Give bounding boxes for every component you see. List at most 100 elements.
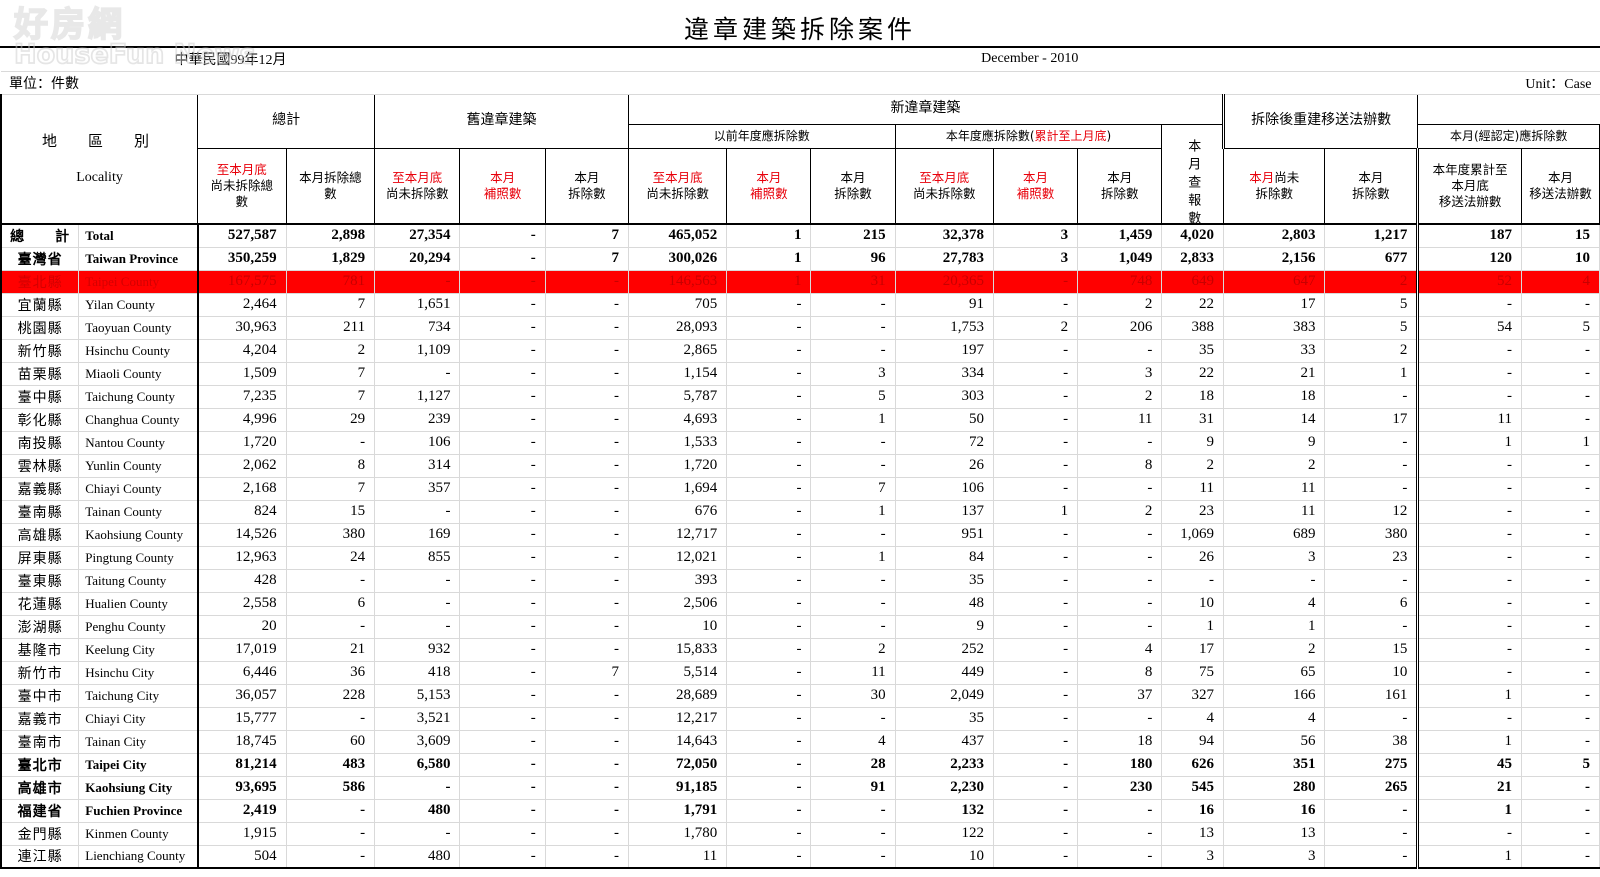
- cell-c5: -: [544, 637, 629, 662]
- cell-c7: 1: [726, 246, 812, 271]
- cell-c11: 748: [1077, 269, 1163, 294]
- cell-c15: -: [1416, 453, 1522, 478]
- table-row[interactable]: 高雄市 Kaohsiung City 93,695 586- - -91,185-91 2,…: [0, 775, 1600, 800]
- cell-c15: -: [1416, 591, 1522, 616]
- table-row[interactable]: 新竹市 Hsinchu City 6,446 36 418-7 5,514-11 449-8…: [0, 660, 1600, 685]
- cell-c1: 350,259: [197, 246, 287, 271]
- table-row[interactable]: 彰化縣 Changhua County 4,996 29 239- -4,693-1 50-…: [0, 407, 1600, 432]
- cell-c5: -: [544, 752, 629, 777]
- table-row[interactable]: 臺北縣 Taipei County 167,575 781- - -146,563 1 31 2…: [0, 269, 1600, 294]
- cell-c4: -: [459, 430, 546, 455]
- cell-c6: 1,720: [627, 453, 728, 478]
- row-locality-en: Hualien County: [78, 591, 199, 616]
- table-row[interactable]: 嘉義市 Chiayi City 15,777-3,521- -12,217- -35- -…: [0, 706, 1600, 731]
- cell-c4: -: [459, 499, 546, 524]
- cell-c15: 11: [1416, 407, 1522, 432]
- cell-c9: 26: [894, 453, 994, 478]
- table-row[interactable]: 基隆市 Keelung City 17,019 21 932- -15,833-2 252-…: [0, 637, 1600, 662]
- cell-c7: -: [726, 499, 812, 524]
- cell-c11: -: [1077, 844, 1163, 869]
- table-row[interactable]: 總 計 Total 527,587 2,898 27,354-7 465,052 1 215 3…: [0, 223, 1600, 248]
- cell-c3: -: [374, 775, 461, 800]
- table-row[interactable]: 金門縣 Kinmen County 1,915- - - -1,780- -122- -13 1…: [0, 821, 1600, 846]
- cell-c14: -: [1324, 706, 1419, 731]
- cell-c5: -: [544, 522, 629, 547]
- table-row[interactable]: 臺中市 Taichung City 36,057 228 5,153- -28,689-3…: [0, 683, 1600, 708]
- table-row[interactable]: 臺灣省 Taiwan Province 350,259 1,829 20,294-7 30…: [0, 246, 1600, 271]
- cell-c10: -: [992, 269, 1079, 294]
- table-row[interactable]: 南投縣 Nantou County 1,720-106- -1,533- -72- -9 9…: [0, 430, 1600, 455]
- table-row[interactable]: 福建省 Fuchien Province 2,419-480- -1,791- -132…: [0, 798, 1600, 823]
- cell-c9: 91: [894, 292, 994, 317]
- table-row[interactable]: 澎湖縣 Penghu County 20- - - -10- -9- -1 1- - -: [0, 614, 1600, 639]
- table-row[interactable]: 屏東縣 Pingtung County 12,963 24 855- -12,021-1 8…: [0, 545, 1600, 570]
- cell-c15: 1: [1416, 798, 1522, 823]
- cell-c14: -: [1324, 476, 1419, 501]
- table-row[interactable]: 高雄縣 Kaohsiung County 14,526 380 169- -12,717-…: [0, 522, 1600, 547]
- table-row[interactable]: 嘉義縣 Chiayi County 2,168 7 357- -1,694-7 106- -1…: [0, 476, 1600, 501]
- table-row[interactable]: 臺南市 Tainan City 18,745 60 3,609- -14,643-4 437…: [0, 729, 1600, 754]
- row-locality-cn: 金門縣: [0, 821, 80, 846]
- cell-c12: 22: [1161, 361, 1224, 386]
- row-locality-cn: 高雄縣: [0, 522, 80, 547]
- table-row[interactable]: 宜蘭縣 Yilan County 2,464 7 1,651- -705- -91-2 22 1…: [0, 292, 1600, 317]
- cell-c11: 4: [1077, 637, 1163, 662]
- cell-c14: -: [1324, 614, 1419, 639]
- table-row[interactable]: 新竹縣 Hsinchu County 4,204 2 1,109- -2,865- -197…: [0, 338, 1600, 363]
- cell-c13: 16: [1222, 798, 1326, 823]
- cell-c10: -: [992, 821, 1079, 846]
- table-row[interactable]: 苗栗縣 Miaoli County 1,509 7- - -1,154-3 334-3 22 2…: [0, 361, 1600, 386]
- row-locality-en: Kaohsiung City: [78, 775, 199, 800]
- cell-c5: -: [544, 292, 629, 317]
- cell-c6: 2,865: [627, 338, 728, 363]
- cell-c10: -: [992, 660, 1079, 685]
- row-locality-cn: 連江縣: [0, 844, 80, 869]
- table-row[interactable]: 花蓮縣 Hualien County 2,558 6- - -2,506- -48- -10 4…: [0, 591, 1600, 616]
- cell-c13: 11: [1222, 476, 1326, 501]
- column-header-c2: 本月拆除總 數: [285, 147, 376, 225]
- cell-c2: 7: [285, 384, 376, 409]
- cell-c10: -: [992, 476, 1079, 501]
- cell-c11: 2: [1077, 499, 1163, 524]
- cell-c6: 705: [627, 292, 728, 317]
- cell-c13: 689: [1222, 522, 1326, 547]
- table-row[interactable]: 雲林縣 Yunlin County 2,062 8 314- -1,720- -26-8 2 2…: [0, 453, 1600, 478]
- cell-c10: -: [992, 522, 1079, 547]
- cell-c16: 5: [1520, 752, 1600, 777]
- cell-c3: 3,609: [374, 729, 461, 754]
- table-row[interactable]: 連江縣 Lienchiang County 504-480- -11- -10- -3 3-…: [0, 844, 1600, 869]
- cell-c11: -: [1077, 821, 1163, 846]
- table-row[interactable]: 臺東縣 Taitung County 428- - - -393- -35- - - - - - -: [0, 568, 1600, 593]
- c5-line2: 拆除數: [568, 185, 606, 201]
- row-locality-cn: 臺中縣: [0, 384, 80, 409]
- cell-c2: 483: [285, 752, 376, 777]
- cell-c8: 215: [810, 223, 896, 248]
- cell-c11: 230: [1077, 775, 1163, 800]
- column-header-c4: 本月 補照數: [459, 147, 546, 225]
- cell-c8: 11: [810, 660, 896, 685]
- cell-c4: -: [459, 338, 546, 363]
- cell-c16: -: [1520, 591, 1600, 616]
- title-band: 違章建築拆除案件: [0, 0, 1600, 48]
- cell-c15: -: [1416, 476, 1522, 501]
- cell-c12: 545: [1161, 775, 1224, 800]
- c4-line2: 補照數: [483, 185, 522, 201]
- cell-c13: 14: [1222, 407, 1326, 432]
- cell-c7: -: [726, 315, 812, 340]
- subgroup-header-prev-year: 以前年度應拆除數: [627, 123, 896, 149]
- cell-c3: 314: [374, 453, 461, 478]
- table-row[interactable]: 臺中縣 Taichung County 7,235 7 1,127- -5,787-5 30…: [0, 384, 1600, 409]
- cell-c1: 1,509: [197, 361, 287, 386]
- cell-c5: -: [544, 844, 629, 869]
- row-locality-en: Tainan City: [78, 729, 199, 754]
- cell-c12: 10: [1161, 591, 1224, 616]
- cell-c14: -: [1324, 384, 1419, 409]
- date-roc: 中華民國99年12月: [1, 48, 460, 72]
- cell-c1: 527,587: [197, 223, 287, 248]
- table-row[interactable]: 桃園縣 Taoyuan County 30,963 211 734- -28,093- -1…: [0, 315, 1600, 340]
- table-row[interactable]: 臺北市 Taipei City 81,214 483 6,580- -72,050-28 2…: [0, 752, 1600, 777]
- cell-c13: 65: [1222, 660, 1326, 685]
- c14-line1: 本月: [1358, 170, 1384, 186]
- cell-c1: 504: [197, 844, 287, 869]
- table-row[interactable]: 臺南縣 Tainan County 824 15- - -676-1 137 1 2 23 11 12…: [0, 499, 1600, 524]
